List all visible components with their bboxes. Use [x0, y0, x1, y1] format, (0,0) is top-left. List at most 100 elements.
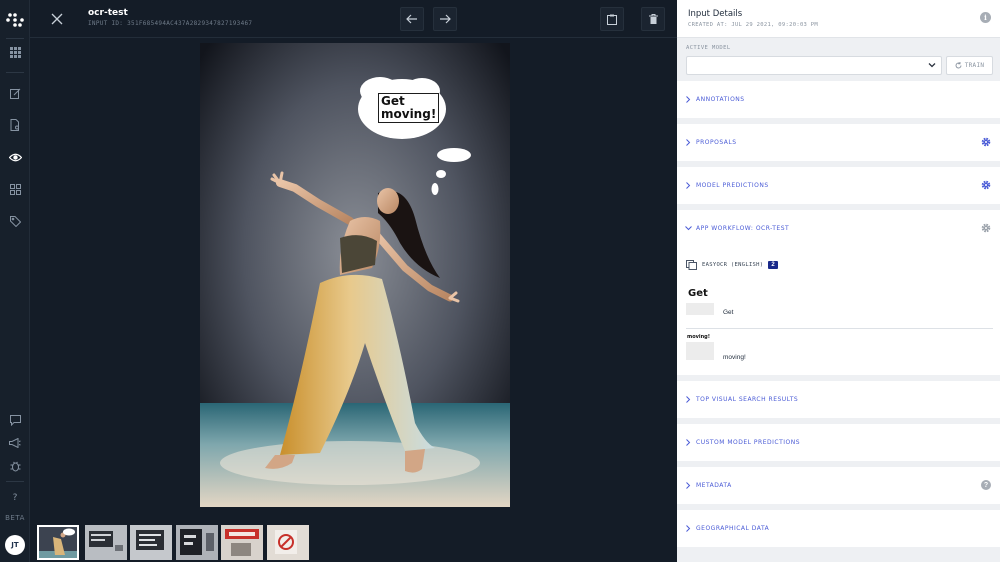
apps-grid-icon[interactable]	[5, 42, 25, 62]
section-model-predictions: MODEL PREDICTIONS	[677, 167, 1000, 204]
close-button[interactable]	[47, 9, 67, 29]
nav-divider	[6, 38, 24, 39]
ocr-annotation-box[interactable]: Get moving!	[378, 93, 440, 123]
section-annotations: ANNOTATIONS	[677, 81, 1000, 118]
model-predictions-header[interactable]: MODEL PREDICTIONS	[677, 167, 1000, 204]
section-metadata: METADATA ?	[677, 467, 1000, 504]
image-canvas[interactable]: Get moving!	[30, 38, 677, 516]
section-proposals: PROPOSALS	[677, 124, 1000, 161]
geographical-data-label: GEOGRAPHICAL DATA	[696, 525, 770, 532]
page-title: ocr-test	[88, 8, 128, 18]
eye-icon[interactable]	[5, 147, 25, 167]
thumbnail[interactable]	[85, 525, 127, 560]
annotations-label: ANNOTATIONS	[696, 96, 745, 103]
metadata-label: METADATA	[696, 482, 732, 489]
chevron-right-icon	[686, 482, 691, 489]
proposals-label: PROPOSALS	[696, 139, 737, 146]
left-nav: ? BETA JT	[0, 0, 30, 562]
panel-title: Input Details	[688, 9, 743, 19]
annotation-line-2: moving!	[381, 107, 437, 121]
ocr-crop-text: Get	[688, 288, 708, 299]
active-model-label: ACTIVE MODEL	[686, 45, 731, 51]
previous-button[interactable]	[400, 7, 424, 31]
ocr-result-text: Get	[723, 309, 734, 316]
gear-icon[interactable]	[981, 180, 991, 190]
avatar[interactable]: JT	[5, 535, 25, 555]
main-image: Get moving!	[200, 43, 510, 507]
top-bar: ocr-test INPUT ID: 351F685494AC437A28293…	[30, 0, 677, 38]
close-icon	[51, 13, 63, 25]
divider	[686, 328, 993, 329]
top-visual-search-label: TOP VISUAL SEARCH RESULTS	[696, 396, 799, 403]
thumbnail[interactable]	[267, 525, 309, 560]
chevron-right-icon	[686, 182, 691, 189]
next-button[interactable]	[433, 7, 457, 31]
result-count-badge: 2	[768, 261, 778, 269]
chevron-down-icon	[685, 226, 692, 231]
thumbnail[interactable]	[130, 525, 172, 560]
gear-icon[interactable]	[981, 223, 991, 233]
ocr-result-text: moving!	[723, 354, 746, 361]
delete-button[interactable]	[641, 7, 665, 31]
chat-icon[interactable]	[5, 410, 25, 430]
train-label: TRAIN	[964, 62, 985, 69]
chevron-right-icon	[686, 439, 691, 446]
model-predictions-label: MODEL PREDICTIONS	[696, 182, 769, 189]
section-top-visual-search: TOP VISUAL SEARCH RESULTS	[677, 381, 1000, 418]
clipboard-icon	[607, 14, 617, 25]
edit-icon[interactable]	[5, 83, 25, 103]
gear-icon[interactable]	[981, 137, 991, 147]
metadata-header[interactable]: METADATA ?	[677, 467, 1000, 504]
grid-view-icon[interactable]	[5, 179, 25, 199]
info-icon[interactable]: i	[980, 12, 991, 23]
ocr-crop-image: moving!	[686, 332, 714, 360]
workflow-model-name: EASYOCR (ENGLISH)	[702, 262, 764, 268]
custom-model-predictions-label: CUSTOM MODEL PREDICTIONS	[696, 439, 801, 446]
app-workflow-label: APP WORKFLOW: OCR-TEST	[696, 225, 790, 232]
beta-label: BETA	[5, 514, 25, 522]
chevron-right-icon	[686, 139, 691, 146]
section-geographical-data: GEOGRAPHICAL DATA	[677, 510, 1000, 547]
created-at: CREATED AT: JUL 29 2021, 09:20:03 PM	[688, 22, 819, 28]
app-workflow-header[interactable]: APP WORKFLOW: OCR-TEST	[677, 210, 1000, 247]
thumbnail-strip	[30, 516, 677, 562]
tag-icon[interactable]	[5, 211, 25, 231]
ocr-result-row[interactable]: moving! moving!	[686, 330, 993, 371]
workflow-model-row[interactable]: EASYOCR (ENGLISH) 2	[686, 259, 778, 271]
bug-icon[interactable]	[5, 456, 25, 476]
active-model-select[interactable]	[686, 56, 942, 75]
document-search-icon[interactable]	[5, 115, 25, 135]
panel-header: Input Details CREATED AT: JUL 29 2021, 0…	[677, 0, 1000, 38]
train-button[interactable]: TRAIN	[946, 56, 993, 75]
thumbnail[interactable]	[176, 525, 218, 560]
arrow-left-icon	[406, 14, 417, 24]
chevron-right-icon	[686, 396, 691, 403]
trash-icon	[648, 14, 658, 24]
ocr-result-row[interactable]: Get Get	[686, 285, 993, 326]
annotations-header[interactable]: ANNOTATIONS	[677, 81, 1000, 118]
ocr-crop-text: moving!	[687, 334, 711, 340]
custom-model-predictions-header[interactable]: CUSTOM MODEL PREDICTIONS	[677, 424, 1000, 461]
proposals-header[interactable]: PROPOSALS	[677, 124, 1000, 161]
ocr-crop-image: Get	[686, 287, 714, 315]
nav-divider	[6, 481, 24, 482]
geographical-data-header[interactable]: GEOGRAPHICAL DATA	[677, 510, 1000, 547]
clipboard-button[interactable]	[600, 7, 624, 31]
thumbnail[interactable]	[221, 525, 263, 560]
section-app-workflow: APP WORKFLOW: OCR-TEST EASYOCR (ENGLISH)…	[677, 210, 1000, 375]
input-id: INPUT ID: 351F685494AC437A28293478271934…	[88, 20, 253, 27]
arrow-right-icon	[440, 14, 451, 24]
thumbnail[interactable]	[37, 525, 79, 560]
top-visual-search-header[interactable]: TOP VISUAL SEARCH RESULTS	[677, 381, 1000, 418]
chevron-right-icon	[686, 96, 691, 103]
chevron-right-icon	[686, 525, 691, 532]
app-logo-icon[interactable]	[5, 10, 25, 30]
section-custom-model-predictions: CUSTOM MODEL PREDICTIONS	[677, 424, 1000, 461]
megaphone-icon[interactable]	[5, 433, 25, 453]
help-icon[interactable]: ?	[5, 488, 25, 508]
nav-divider	[6, 72, 24, 73]
copy-icon	[686, 260, 697, 270]
refresh-icon	[955, 62, 962, 69]
help-icon[interactable]: ?	[981, 480, 991, 490]
chevron-down-icon	[928, 63, 936, 68]
